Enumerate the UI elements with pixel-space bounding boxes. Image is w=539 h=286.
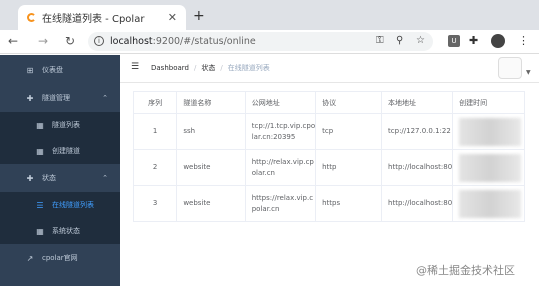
sidebar-item-online-tunnels[interactable]: ☰ 在线隧道列表 [0,192,120,218]
grid-icon: ▦ [36,226,44,236]
breadcrumb-status: 状态 [201,64,216,72]
cell-local-address: tcp://127.0.0.1:22 [381,113,454,150]
password-key-icon[interactable]: ⚿ [376,35,384,46]
public-address-line: lar.cn:20395 [251,132,296,141]
header-divider [120,82,539,83]
sidebar: ⊞ 仪表盘 ✚ 隧道管理 ⌃ ▦ 隧道列表 ▦ 创建隧道 ✚ 状态 ⌃ ☰ 在线… [0,55,120,286]
back-button[interactable]: ← [8,34,18,48]
browser-menu-icon[interactable]: ⋮ [518,34,529,47]
cell-name: website [176,149,246,186]
plus-icon: ✚ [26,93,34,103]
cell-created-time [452,185,525,222]
public-address-line: olar.cn [251,168,275,177]
breadcrumb: Dashboard / 状态 / 在线隧道列表 [151,63,270,73]
bookmark-star-icon[interactable]: ☆ [416,35,425,46]
cell-local-address: http://localhost:80 [381,149,454,186]
public-address-line: polar.cn [251,204,280,213]
sidebar-item-label: 在线隧道列表 [52,201,94,209]
redacted-blur [459,117,522,146]
sidebar-item-label: 创建隧道 [52,147,80,155]
table-row: 1 ssh tcp://1.tcp.vip.cpo lar.cn:20395 tc… [133,113,525,150]
sidebar-item-system-status[interactable]: ▦ 系统状态 [0,218,120,244]
public-address-line: tcp://1.tcp.vip.cpo [251,121,316,130]
browser-tab[interactable]: 在线隧道列表 - Cpolar ✕ [18,5,186,30]
sidebar-item-label: cpolar官网 [42,254,78,262]
sidebar-item-tunnel-management[interactable]: ✚ 隧道管理 ⌃ [0,85,120,111]
cell-index: 3 [133,185,178,222]
cell-public-address: https://relax.vip.c polar.cn [245,185,317,222]
cell-name: website [176,185,246,222]
url-host: localhost [110,36,153,47]
sidebar-item-label: 系统状态 [52,227,80,235]
grid-icon: ▦ [36,120,44,130]
column-header-protocol: 协议 [315,91,383,114]
plus-icon: ✚ [26,173,34,183]
column-header-local-address: 本地地址 [381,91,454,114]
forward-button[interactable]: → [38,34,48,48]
redacted-blur [459,153,522,182]
cell-protocol: https [315,185,383,222]
cell-created-time [452,113,525,150]
reload-button[interactable]: ↻ [65,34,75,48]
breadcrumb-dashboard[interactable]: Dashboard [151,64,189,72]
sidebar-item-cpolar-website[interactable]: ↗ cpolar官网 [0,245,120,271]
cell-local-address: http://localhost:80 [381,185,454,222]
sidebar-item-label: 隧道列表 [52,121,80,129]
browser-tabstrip: 在线隧道列表 - Cpolar ✕ + [0,0,539,30]
extension-u-icon[interactable]: U [448,35,460,47]
caret-down-icon[interactable]: ▼ [526,69,531,76]
public-address-line: https://relax.vip.c [251,193,314,202]
cell-index: 2 [133,149,178,186]
dashboard-icon: ⊞ [26,65,34,75]
breadcrumb-current: 在线隧道列表 [227,64,270,72]
public-address-line: http://relax.vip.cp [251,157,314,166]
site-info-icon[interactable]: i [94,36,104,46]
table-header-row: 序列 隧道名称 公网地址 协议 本地地址 创建时间 [133,91,525,114]
cell-protocol: tcp [315,113,383,150]
list-icon: ☰ [36,200,44,210]
redacted-blur [459,189,522,218]
breadcrumb-separator: / [193,64,197,72]
grid-icon: ▦ [36,146,44,156]
chevron-up-icon: ⌃ [102,94,108,102]
cell-public-address: tcp://1.tcp.vip.cpo lar.cn:20395 [245,113,317,150]
sidebar-item-label: 状态 [42,174,56,182]
sidebar-item-create-tunnel[interactable]: ▦ 创建隧道 [0,138,120,164]
sidebar-item-status[interactable]: ✚ 状态 ⌃ [0,165,120,191]
watermark-text: @稀土掘金技术社区 [416,264,515,277]
sidebar-item-dashboard[interactable]: ⊞ 仪表盘 [0,57,120,83]
profile-avatar-icon[interactable] [491,34,505,48]
extensions-puzzle-icon[interactable]: ✚ [469,34,478,47]
sidebar-item-tunnel-list[interactable]: ▦ 隧道列表 [0,112,120,138]
column-header-public-address: 公网地址 [245,91,317,114]
url-text[interactable]: localhost:9200/#/status/online [110,36,256,47]
address-bar[interactable]: i localhost:9200/#/status/online ⚿ ⚲ ☆ [88,32,433,51]
column-header-name: 隧道名称 [176,91,246,114]
chevron-up-icon: ⌃ [102,174,108,182]
sidebar-item-label: 仪表盘 [42,66,63,74]
zoom-icon[interactable]: ⚲ [396,35,403,46]
main-content: ☰ Dashboard / 状态 / 在线隧道列表 ▼ 序列 隧道名称 公网地址 协议 … [120,55,539,286]
hamburger-menu-icon[interactable]: ☰ [131,62,139,72]
url-path: :9200/#/status/online [152,36,256,47]
cell-public-address: http://relax.vip.cp olar.cn [245,149,317,186]
table-row: 2 website http://relax.vip.cp olar.cn htt… [133,149,525,186]
user-avatar[interactable] [498,57,522,79]
cell-created-time [452,149,525,186]
tab-close-icon[interactable]: ✕ [168,11,177,24]
cpolar-favicon-icon [27,13,36,22]
cell-name: ssh [176,113,246,150]
new-tab-button[interactable]: + [193,8,205,24]
cell-protocol: http [315,149,383,186]
column-header-index: 序列 [133,91,178,114]
external-link-icon: ↗ [26,253,34,263]
breadcrumb-separator: / [220,64,223,72]
cell-index: 1 [133,113,178,150]
column-header-created-time: 创建时间 [452,91,525,114]
table-row: 3 website https://relax.vip.c polar.cn ht… [133,185,525,222]
sidebar-item-label: 隧道管理 [42,94,70,102]
tab-title: 在线隧道列表 - Cpolar [42,14,145,25]
online-tunnels-table: 序列 隧道名称 公网地址 协议 本地地址 创建时间 1 ssh tcp://1.… [133,91,525,222]
